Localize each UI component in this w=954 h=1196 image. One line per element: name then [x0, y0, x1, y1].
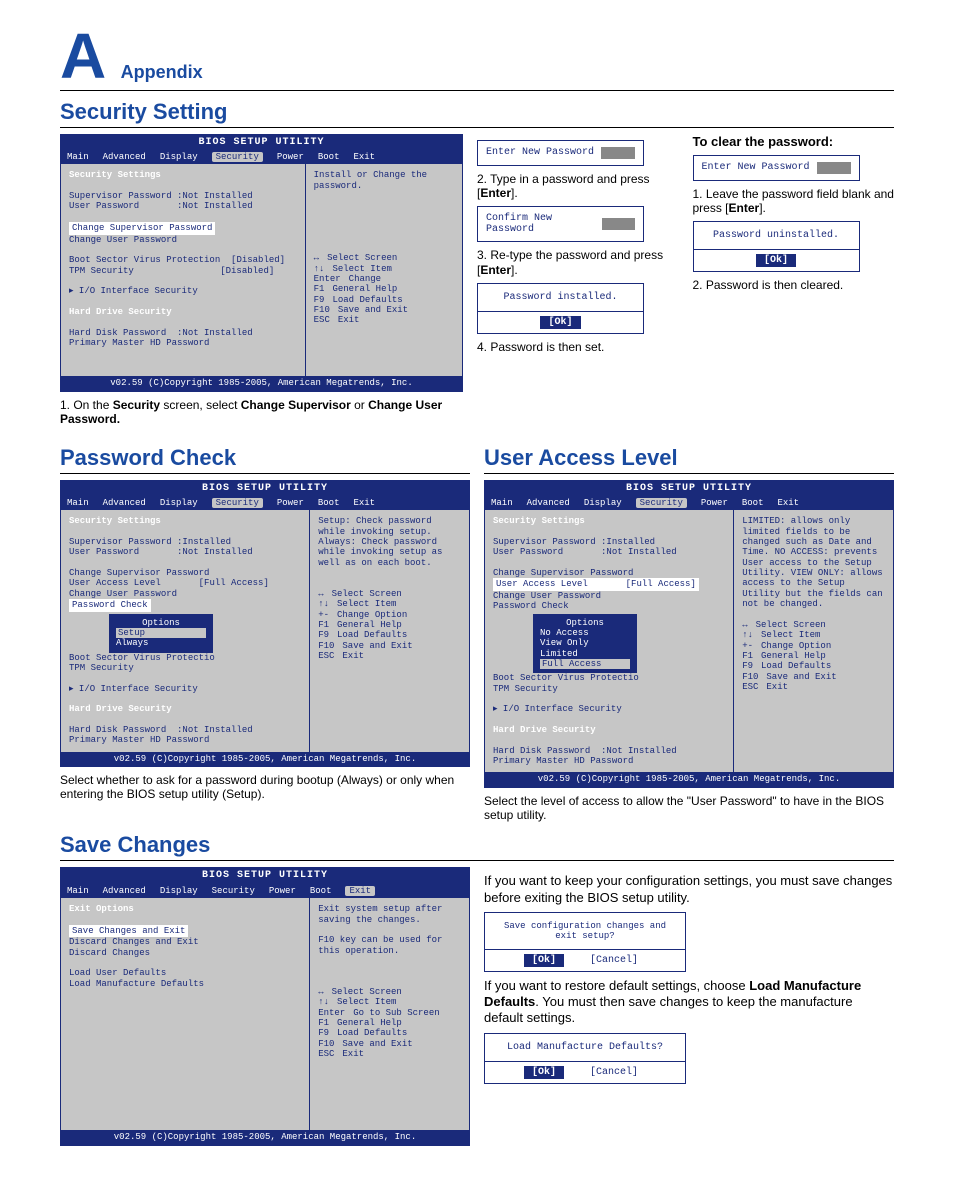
appendix-header: A Appendix	[60, 28, 894, 91]
section-pwcheck: Password Check	[60, 445, 470, 474]
section-save: Save Changes	[60, 832, 894, 861]
bios-useraccess: BIOS SETUP UTILITY MainAdvancedDisplaySe…	[484, 480, 894, 788]
appendix-label: Appendix	[121, 62, 203, 83]
dlg-enter-blank[interactable]: Enter New Password	[693, 155, 860, 181]
security-caption: 1. On the Security screen, select Change…	[60, 398, 463, 427]
bios-pwcheck: BIOS SETUP UTILITY MainAdvancedDisplaySe…	[60, 480, 470, 767]
dlg-installed: Password installed.[Ok]	[477, 283, 644, 334]
section-useraccess: User Access Level	[484, 445, 894, 474]
section-security: Security Setting	[60, 99, 894, 128]
clear-head: To clear the password:	[693, 134, 895, 149]
dlg-confirm-new[interactable]: Confirm New Password	[477, 206, 644, 242]
bios-menubar: MainAdvancedDisplaySecurityPowerBootExit	[61, 150, 462, 164]
dlg-uninstalled: Password uninstalled.[Ok]	[693, 221, 860, 272]
ua-popup[interactable]: Options No Access View Only Limited Full…	[533, 614, 637, 674]
bios-save: BIOS SETUP UTILITY MainAdvancedDisplaySe…	[60, 867, 470, 1145]
pwcheck-popup[interactable]: Options Setup Always	[109, 614, 213, 653]
bios-security: BIOS SETUP UTILITY MainAdvancedDisplaySe…	[60, 134, 463, 392]
dlg-enter-new[interactable]: Enter New Password	[477, 140, 644, 166]
dlg-save-confirm: Save configuration changes and exit setu…	[484, 912, 686, 972]
appendix-letter: A	[60, 28, 106, 86]
dlg-load-defaults: Load Manufacture Defaults? [Ok][Cancel]	[484, 1033, 686, 1084]
